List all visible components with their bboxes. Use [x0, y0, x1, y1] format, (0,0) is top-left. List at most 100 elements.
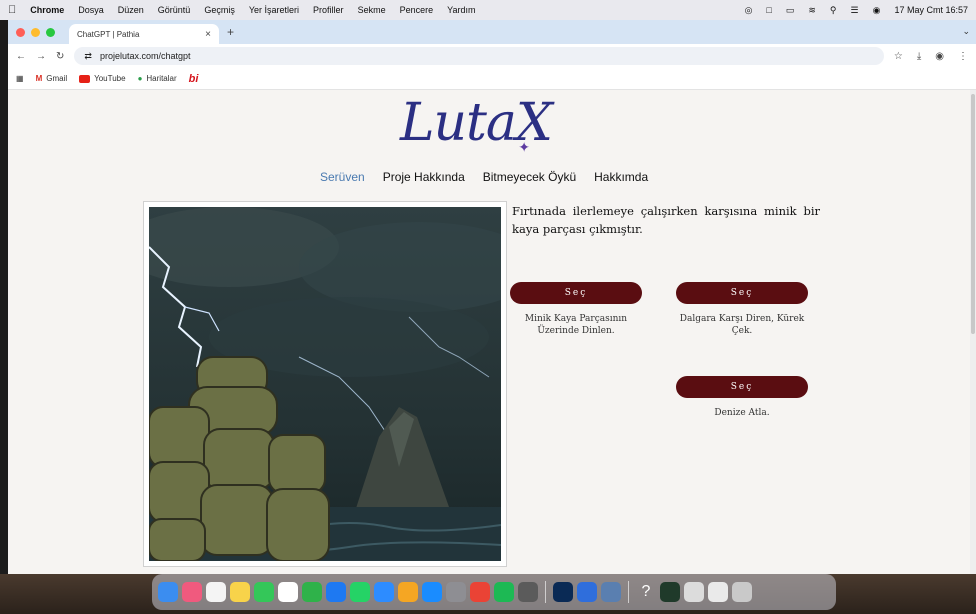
choice-3-button[interactable]: Seç: [676, 376, 808, 398]
tab-bar: ChatGPT | Pathia × + ⌄: [8, 20, 976, 44]
bookmark-star-icon[interactable]: ☆: [894, 51, 903, 62]
siri-icon[interactable]: ◉: [873, 5, 881, 16]
app-icon[interactable]: [518, 582, 538, 602]
download-icon[interactable]: ⤓: [917, 51, 921, 62]
zoom-window-button[interactable]: [46, 27, 55, 37]
more-menu-icon[interactable]: ⋮: [958, 51, 968, 62]
choice-1: Seç Minik Kaya Parçasının Üzerinde Dinle…: [506, 282, 646, 337]
choice-2-button[interactable]: Seç: [676, 282, 808, 304]
story-illustration: [144, 202, 506, 566]
minimize-window-button[interactable]: [31, 27, 40, 37]
menu-profiller[interactable]: Profiller: [313, 5, 344, 15]
preview-icon[interactable]: [601, 582, 621, 602]
desktop-bottom: ?: [0, 574, 976, 614]
spotlight-search-icon[interactable]: ⚲: [830, 5, 837, 16]
bi-logo-icon: bi: [188, 72, 199, 85]
screen-record-icon[interactable]: ◎: [745, 5, 753, 16]
back-icon[interactable]: ←: [16, 51, 26, 62]
address-bar[interactable]: ⇄ projelutax.com/chatgpt: [74, 47, 884, 65]
story-text: Fırtınada ilerlemeye çalışırken karşısın…: [512, 204, 820, 236]
zoom-icon[interactable]: [374, 582, 394, 602]
system-settings-icon[interactable]: [446, 582, 466, 602]
nav-hakkimda[interactable]: Hakkımda: [594, 170, 648, 184]
control-center-icon[interactable]: ☰: [851, 5, 859, 16]
facetime-icon[interactable]: [254, 582, 274, 602]
macos-menubar:  Chrome Dosya Düzen Görüntü Geçmiş Yer …: [0, 0, 976, 20]
address-toolbar: ← → ↻ ⇄ projelutax.com/chatgpt ☆ ⤓ ◉ ⋮: [8, 44, 976, 68]
bookmark-gmail[interactable]: M Gmail: [36, 74, 68, 83]
menu-dosya[interactable]: Dosya: [78, 5, 104, 15]
forward-icon[interactable]: →: [36, 51, 46, 62]
macos-dock: ?: [152, 574, 836, 610]
choice-1-label: Minik Kaya Parçasının Üzerinde Dinlen.: [524, 314, 628, 336]
menu-gecmis[interactable]: Geçmiş: [204, 5, 235, 15]
numbers-icon[interactable]: [302, 582, 322, 602]
calendar-icon[interactable]: [278, 582, 298, 602]
sparkle-icon: ✦: [518, 139, 530, 155]
folder-icon[interactable]: [708, 582, 728, 602]
menubar-status-area: ◎ □ ▭ ≋ ⚲ ☰ ◉ 17 May Cmt 16:57: [745, 5, 968, 16]
tab-title: ChatGPT | Pathia: [77, 29, 140, 39]
pages-icon[interactable]: [398, 582, 418, 602]
stickies-icon[interactable]: [230, 582, 250, 602]
site-info-icon[interactable]: ⇄: [84, 51, 92, 62]
menubar-clock[interactable]: 17 May Cmt 16:57: [894, 5, 968, 15]
launchpad-icon[interactable]: [182, 582, 202, 602]
dock-separator: [545, 581, 546, 603]
bookmark-bi[interactable]: bi: [189, 73, 199, 85]
keynote-icon[interactable]: [326, 582, 346, 602]
app-store-icon[interactable]: [422, 582, 442, 602]
bookmark-maps[interactable]: ● Haritalar: [138, 74, 177, 83]
profile-icon[interactable]: ◉: [935, 51, 944, 62]
finder-icon[interactable]: [158, 582, 178, 602]
menu-goruntu[interactable]: Görüntü: [158, 5, 191, 15]
url-text: projelutax.com/chatgpt: [99, 51, 191, 61]
bookmarks-bar: ▦ M Gmail YouTube ● Haritalar bi: [8, 68, 976, 90]
menu-yardim[interactable]: Yardım: [447, 5, 475, 15]
bookmark-label: Haritalar: [146, 74, 177, 83]
battery-icon[interactable]: ▭: [786, 5, 795, 16]
tab-search-chevron-icon[interactable]: ⌄: [962, 26, 970, 37]
wifi-icon[interactable]: ≋: [808, 5, 816, 16]
youtube-icon: [79, 74, 91, 83]
web-page: LutaX ✦ Serüven Proje Hakkında Bitmeyece…: [8, 90, 976, 574]
choice-2: Seç Dalgara Karşı Diren, Kürek Çek.: [672, 282, 812, 337]
menu-yer-isaretleri[interactable]: Yer İşaretleri: [249, 5, 299, 15]
choice-3-label: Denize Atla.: [714, 408, 770, 418]
whatsapp-icon[interactable]: [350, 582, 370, 602]
site-nav: Serüven Proje Hakkında Bitmeyecek Öykü H…: [320, 170, 648, 184]
trash-icon[interactable]: [732, 582, 752, 602]
site-logo[interactable]: LutaX ✦: [400, 90, 553, 158]
new-tab-button[interactable]: +: [227, 25, 234, 39]
finder-window-icon[interactable]: [577, 582, 597, 602]
chrome-icon[interactable]: [470, 582, 490, 602]
nav-proje-hakkinda[interactable]: Proje Hakkında: [383, 170, 465, 184]
apps-grid-icon[interactable]: ▦: [16, 74, 24, 83]
document-icon[interactable]: [684, 582, 704, 602]
browser-tab[interactable]: ChatGPT | Pathia ×: [69, 24, 219, 44]
choice-1-button[interactable]: Seç: [510, 282, 642, 304]
gmail-icon: M: [35, 74, 43, 83]
photoshop-icon[interactable]: [553, 582, 573, 602]
choice-3: Seç Denize Atla.: [672, 376, 812, 419]
help-icon[interactable]: ?: [636, 582, 656, 602]
menu-sekme[interactable]: Sekme: [358, 5, 386, 15]
close-tab-icon[interactable]: ×: [205, 29, 211, 40]
nav-bitmeyecek-oyku[interactable]: Bitmeyecek Öykü: [483, 170, 576, 184]
bookmark-label: Gmail: [46, 74, 68, 83]
notes-icon[interactable]: [206, 582, 226, 602]
menubar-app-name[interactable]: Chrome: [30, 5, 64, 15]
menu-duzen[interactable]: Düzen: [118, 5, 144, 15]
spotify-icon[interactable]: [494, 582, 514, 602]
screenshot-icon[interactable]: [660, 582, 680, 602]
storm-rock-image: [149, 207, 501, 561]
menu-pencere[interactable]: Pencere: [400, 5, 434, 15]
close-window-button[interactable]: [16, 27, 25, 37]
reload-icon[interactable]: ↻: [56, 51, 64, 62]
nav-seruven[interactable]: Serüven: [320, 170, 365, 184]
dock-separator: [628, 581, 629, 603]
apple-icon[interactable]: : [8, 4, 16, 16]
map-pin-icon: ●: [137, 74, 143, 83]
bookmark-youtube[interactable]: YouTube: [79, 74, 126, 83]
window-icon[interactable]: □: [766, 5, 771, 15]
